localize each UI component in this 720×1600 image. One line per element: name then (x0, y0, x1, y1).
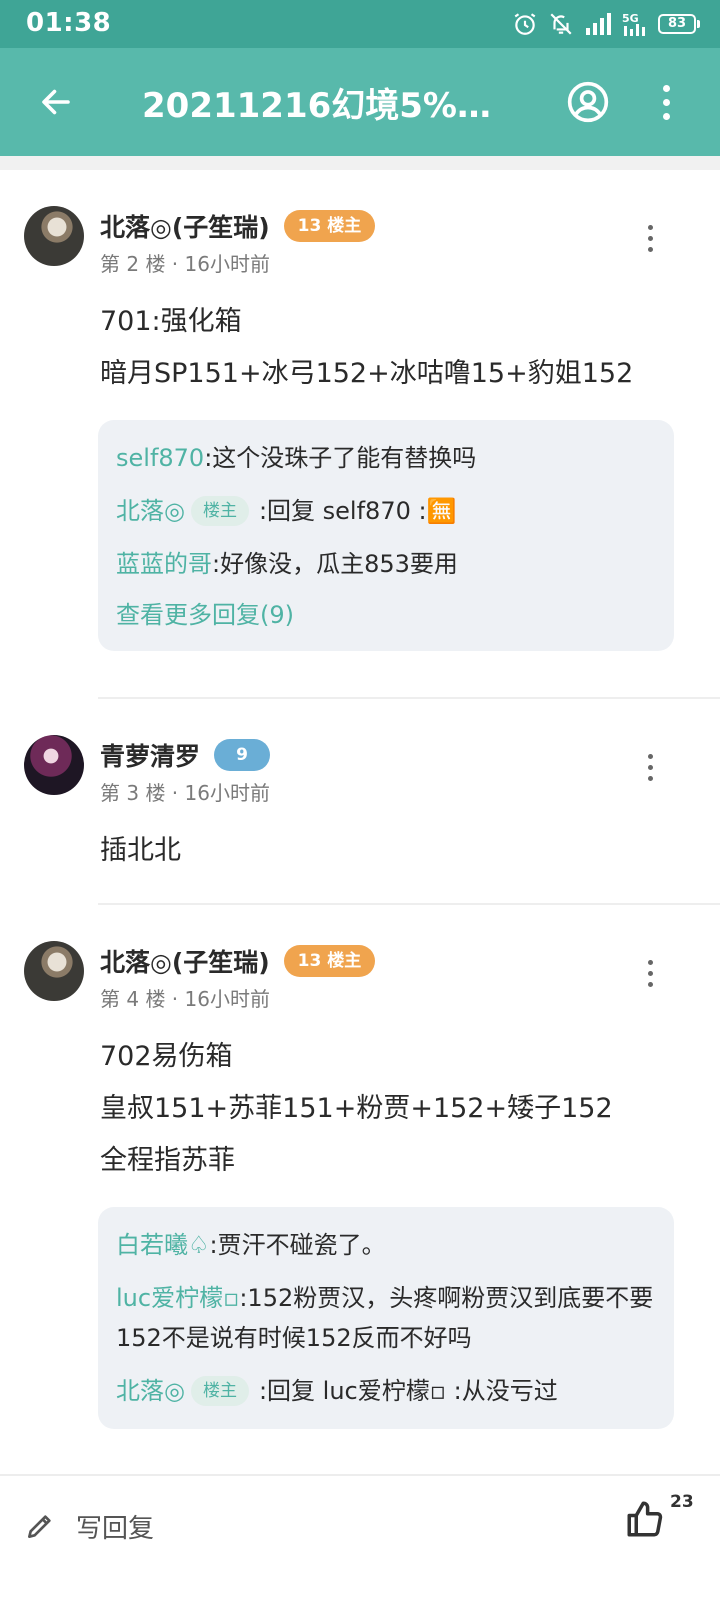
floor-post: 青萝清罗 9 第 3 楼 · 16小时前 插北北 (0, 699, 720, 905)
status-time: 01:38 (26, 8, 112, 38)
owner-badge: 13 楼主 (283, 210, 376, 242)
user-name[interactable]: 青萝清罗 (100, 737, 200, 773)
reply-item[interactable]: 北落◎ 楼主 :回复 luc爱柠檬▫ :从没亏过 (116, 1371, 656, 1411)
floor-more-button[interactable] (642, 955, 658, 991)
more-menu-button[interactable] (652, 78, 680, 126)
post-line: 701:强化箱 (100, 306, 242, 337)
post-line: 插北北 (100, 835, 181, 866)
write-reply-button[interactable]: 写回复 (24, 1506, 154, 1546)
reply-item[interactable]: 北落◎ 楼主 :回复 self870 :🈚 (116, 491, 656, 531)
back-arrow-icon (42, 89, 70, 115)
write-reply-label: 写回复 (76, 1513, 155, 1544)
floor-meta: 第 4 楼 · 16小时前 (100, 987, 270, 1011)
reply-item[interactable]: 白若曦♤:贾汗不碰瓷了。 (116, 1225, 656, 1265)
more-vert-icon (647, 753, 653, 759)
reply-author[interactable]: self870 (116, 444, 204, 472)
post-body: 702易伤箱 皇叔151+苏菲151+粉贾+152+矮子152 全程指苏菲 (100, 1031, 680, 1187)
like-count: 23 (670, 1492, 694, 1512)
reply-author[interactable]: 北落◎ (116, 1377, 185, 1405)
post-line: 702易伤箱 (100, 1041, 233, 1072)
floor-post: 北落◎(子笙瑞) 13 楼主 第 4 楼 · 16小时前 702易伤箱 皇叔15… (0, 905, 720, 1429)
reply-text: :贾汗不碰瓷了。 (209, 1231, 386, 1259)
pencil-icon (28, 1515, 51, 1538)
account-icon (567, 81, 609, 123)
reply-author[interactable]: luc爱柠檬▫ (116, 1284, 239, 1312)
floor-meta: 第 3 楼 · 16小时前 (100, 781, 270, 805)
floor-more-button[interactable] (642, 749, 658, 785)
top-spacer (0, 156, 720, 170)
back-button[interactable] (30, 76, 82, 128)
floor-more-button[interactable] (642, 220, 658, 256)
level-badge: 9 (214, 739, 271, 771)
page-title: 20211216幻境5%… (142, 86, 491, 126)
thread-content[interactable]: 北落◎(子笙瑞) 13 楼主 第 2 楼 · 16小时前 701:强化箱 暗月S… (0, 156, 720, 1480)
reply-box[interactable]: self870:这个没珠子了能有替换吗 北落◎ 楼主:回复 self870 :🈚 … (98, 420, 674, 651)
network-5g-icon: 5G (622, 12, 645, 36)
reply-text: :这个没珠子了能有替换吗 (204, 444, 477, 472)
reply-item[interactable]: self870:这个没珠子了能有替换吗 (116, 438, 656, 478)
reply-author[interactable]: 白若曦♤ (116, 1231, 210, 1259)
reply-box[interactable]: 白若曦♤:贾汗不碰瓷了。 luc爱柠檬▫:152粉贾汉，头疼啊粉贾汉到底要不要1… (98, 1207, 674, 1429)
thumbs-up-icon (627, 1501, 663, 1537)
battery-icon: 83 (658, 14, 700, 34)
bell-off-icon (550, 13, 572, 35)
reply-text: :回复 self870 :🈚 (258, 497, 457, 525)
avatar[interactable] (24, 735, 84, 795)
reply-author[interactable]: 蓝蓝的哥 (116, 550, 212, 578)
more-replies-link[interactable]: 查看更多回复(9) (116, 597, 656, 633)
status-icons: 5G 83 (512, 10, 700, 38)
signal-icon (586, 13, 611, 35)
post-line: 全程指苏菲 (100, 1145, 235, 1176)
owner-badge: 13 楼主 (283, 945, 376, 977)
reply-author[interactable]: 北落◎ (116, 497, 185, 525)
floor-meta: 第 2 楼 · 16小时前 (100, 252, 270, 276)
user-name[interactable]: 北落◎(子笙瑞) (100, 943, 270, 979)
post-line: 暗月SP151+冰弓152+冰咕噜15+豹姐152 (100, 358, 634, 389)
floor-post: 北落◎(子笙瑞) 13 楼主 第 2 楼 · 16小时前 701:强化箱 暗月S… (0, 170, 720, 699)
account-button[interactable] (566, 80, 610, 124)
reply-text: :好像没，瓜主853要用 (212, 550, 458, 578)
battery-level: 83 (658, 14, 696, 34)
user-name[interactable]: 北落◎(子笙瑞) (100, 208, 270, 244)
like-button[interactable] (624, 1498, 676, 1550)
post-line: 皇叔151+苏菲151+粉贾+152+矮子152 (100, 1093, 613, 1124)
post-body: 701:强化箱 暗月SP151+冰弓152+冰咕噜15+豹姐152 (100, 296, 680, 400)
status-bar: 01:38 5G 83 (0, 0, 720, 48)
reply-item[interactable]: 蓝蓝的哥:好像没，瓜主853要用 (116, 544, 656, 584)
reply-text: :回复 luc爱柠檬▫ :从没亏过 (258, 1377, 558, 1405)
more-vert-icon (647, 959, 653, 965)
owner-tag: 楼主 (190, 1376, 249, 1406)
alarm-icon (514, 13, 536, 35)
post-body: 插北北 (100, 825, 680, 877)
app-bar: 20211216幻境5%… (0, 48, 720, 156)
reply-item[interactable]: luc爱柠檬▫:152粉贾汉，头疼啊粉贾汉到底要不要152不是说有时候152反而… (116, 1278, 656, 1358)
more-vert-icon (647, 224, 653, 230)
avatar[interactable] (24, 941, 84, 1001)
more-vert-icon (662, 84, 670, 92)
owner-tag: 楼主 (190, 496, 249, 526)
avatar[interactable] (24, 206, 84, 266)
network-tag: 5G (622, 12, 639, 25)
bottom-bar: 写回复 23 (0, 1474, 720, 1600)
